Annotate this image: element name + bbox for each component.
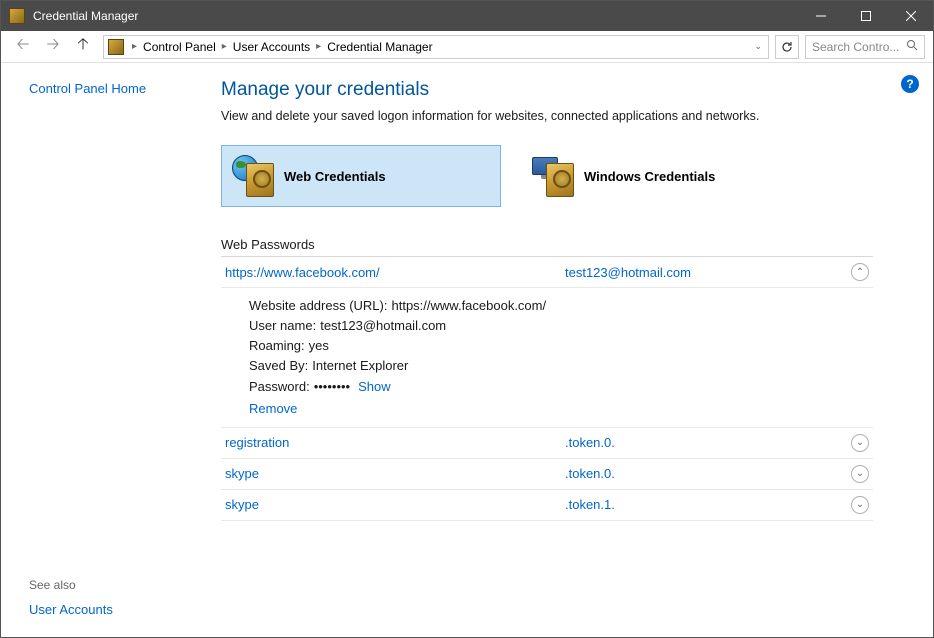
search-input[interactable]: Search Contro... — [805, 35, 925, 59]
chevron-up-icon[interactable]: ⌃ — [851, 263, 869, 281]
password-masked: •••••••• — [314, 379, 350, 394]
app-icon — [9, 8, 25, 24]
detail-label: Website address (URL): — [249, 298, 387, 313]
detail-value: yes — [309, 338, 329, 353]
main-panel: Manage your credentials View and delete … — [221, 63, 933, 637]
chevron-down-icon[interactable]: ⌄ — [851, 496, 869, 514]
windows-credentials-tile[interactable]: Windows Credentials — [521, 145, 801, 207]
credential-identity[interactable]: .token.0. — [565, 466, 851, 481]
breadcrumb-item[interactable]: Credential Manager — [325, 40, 434, 54]
maximize-button[interactable] — [843, 1, 888, 31]
back-button[interactable]: 🡠 — [9, 35, 37, 59]
search-placeholder: Search Contro... — [812, 40, 899, 54]
credential-tiles: Web Credentials Windows Credentials — [221, 145, 873, 207]
detail-label: Roaming: — [249, 338, 305, 353]
content: ? Control Panel Home See also User Accou… — [1, 63, 933, 637]
tile-label: Windows Credentials — [584, 169, 715, 184]
credential-site[interactable]: skype — [225, 497, 565, 512]
credential-identity[interactable]: .token.1. — [565, 497, 851, 512]
credential-row[interactable]: skype .token.1. ⌄ — [221, 490, 873, 521]
credential-site[interactable]: https://www.facebook.com/ — [225, 265, 565, 280]
detail-value: Internet Explorer — [312, 358, 408, 373]
credential-site[interactable]: skype — [225, 466, 565, 481]
web-credentials-icon — [232, 155, 274, 197]
credential-details: Website address (URL): https://www.facebo… — [221, 288, 873, 428]
windows-credentials-icon — [532, 155, 574, 197]
detail-label: Password: — [249, 379, 310, 394]
web-credentials-tile[interactable]: Web Credentials — [221, 145, 501, 207]
credential-identity[interactable]: test123@hotmail.com — [565, 265, 851, 280]
user-accounts-link[interactable]: User Accounts — [29, 602, 209, 617]
window-title: Credential Manager — [33, 9, 798, 23]
credential-identity[interactable]: .token.0. — [565, 435, 851, 450]
breadcrumb-dropdown[interactable]: ⌄ — [748, 41, 768, 52]
page-heading: Manage your credentials — [221, 79, 873, 101]
control-panel-home-link[interactable]: Control Panel Home — [29, 81, 209, 96]
chevron-down-icon[interactable]: ⌄ — [851, 434, 869, 452]
tile-label: Web Credentials — [284, 169, 386, 184]
credential-site[interactable]: registration — [225, 435, 565, 450]
minimize-button[interactable] — [798, 1, 843, 31]
show-password-link[interactable]: Show — [358, 379, 391, 394]
page-subtext: View and delete your saved logon informa… — [221, 109, 873, 123]
navbar: 🡠 🡢 🡡 ▸ Control Panel ▸ User Accounts ▸ … — [1, 31, 933, 63]
see-also-label: See also — [29, 578, 209, 592]
breadcrumb-item[interactable]: Control Panel — [141, 40, 218, 54]
credential-row[interactable]: skype .token.0. ⌄ — [221, 459, 873, 490]
chevron-right-icon: ▸ — [128, 41, 141, 52]
breadcrumb-item[interactable]: User Accounts — [231, 40, 312, 54]
detail-value: https://www.facebook.com/ — [391, 298, 546, 313]
breadcrumb-icon — [108, 39, 124, 55]
breadcrumb[interactable]: ▸ Control Panel ▸ User Accounts ▸ Creden… — [103, 35, 769, 59]
help-icon[interactable]: ? — [901, 75, 919, 93]
detail-value: test123@hotmail.com — [320, 318, 446, 333]
chevron-down-icon[interactable]: ⌄ — [851, 465, 869, 483]
remove-link[interactable]: Remove — [249, 399, 869, 419]
section-label: Web Passwords — [221, 237, 873, 257]
forward-button[interactable]: 🡢 — [39, 35, 67, 59]
left-panel: Control Panel Home See also User Account… — [1, 63, 221, 637]
up-button[interactable]: 🡡 — [69, 35, 97, 59]
detail-label: User name: — [249, 318, 316, 333]
refresh-button[interactable] — [775, 35, 799, 59]
chevron-right-icon: ▸ — [218, 41, 231, 52]
detail-label: Saved By: — [249, 358, 308, 373]
chevron-right-icon: ▸ — [312, 41, 325, 52]
titlebar: Credential Manager — [1, 1, 933, 31]
search-icon — [906, 39, 918, 54]
close-button[interactable] — [888, 1, 933, 31]
credential-row-expanded[interactable]: https://www.facebook.com/ test123@hotmai… — [221, 257, 873, 288]
credential-row[interactable]: registration .token.0. ⌄ — [221, 428, 873, 459]
